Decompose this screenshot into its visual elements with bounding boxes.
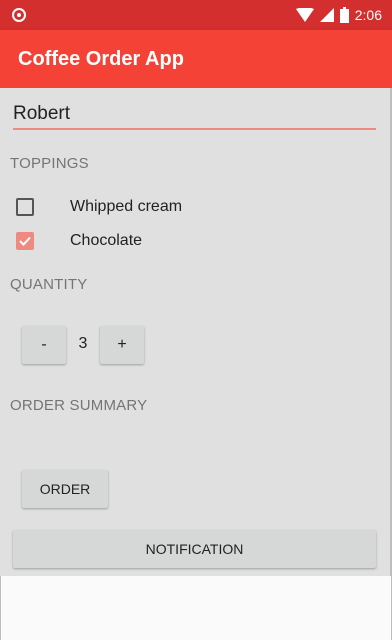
- notification-button[interactable]: NOTIFICATION: [13, 530, 376, 568]
- whipped-cream-label: Whipped cream: [70, 198, 183, 215]
- app-bar: Coffee Order App: [0, 30, 392, 88]
- checkmark-icon: [19, 236, 31, 246]
- app-title: Coffee Order App: [18, 48, 184, 70]
- status-time: 2:06: [354, 7, 382, 23]
- notification-circle-icon: [12, 8, 26, 22]
- quantity-header: QUANTITY: [10, 276, 88, 293]
- quantity-value: 3: [78, 335, 88, 352]
- empty-bottom-area: [0, 576, 392, 640]
- chocolate-label: Chocolate: [70, 232, 143, 249]
- wifi-icon: [295, 8, 314, 22]
- name-input[interactable]: [13, 100, 376, 130]
- app-screen: 2:06 Coffee Order App TOPPINGS Whipped c…: [0, 0, 392, 640]
- whipped-cream-checkbox-row[interactable]: Whipped cream: [16, 195, 182, 219]
- toppings-header: TOPPINGS: [10, 155, 89, 172]
- chocolate-checkbox-row[interactable]: Chocolate: [16, 229, 142, 253]
- status-icons: 2:06: [295, 6, 382, 24]
- order-button[interactable]: ORDER: [22, 470, 108, 508]
- main-content: TOPPINGS Whipped cream Chocolate QUANTIT…: [0, 88, 392, 576]
- status-bar: 2:06: [0, 0, 392, 30]
- cell-signal-icon: [319, 8, 334, 22]
- increment-button[interactable]: +: [100, 326, 144, 364]
- battery-icon: [339, 7, 349, 23]
- order-summary-header: ORDER SUMMARY: [10, 397, 148, 414]
- whipped-cream-checkbox[interactable]: [16, 198, 34, 216]
- chocolate-checkbox[interactable]: [16, 232, 34, 250]
- decrement-button[interactable]: -: [22, 326, 66, 364]
